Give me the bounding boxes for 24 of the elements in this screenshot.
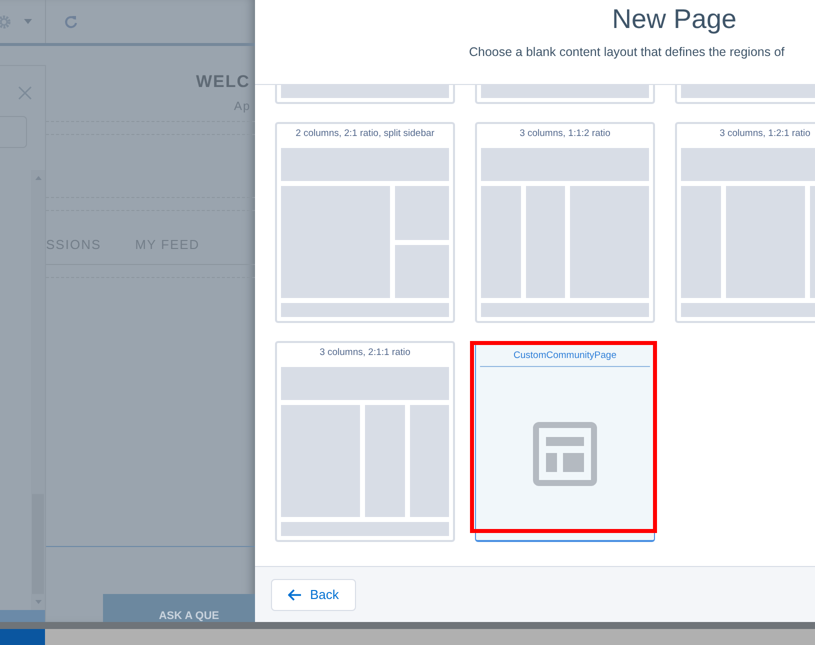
- layout-name: 3 columns, 1:1:2 ratio: [518, 127, 612, 141]
- layout-region: [394, 186, 449, 240]
- refresh-icon[interactable]: [63, 14, 79, 30]
- panel-footer: [0, 610, 45, 622]
- layout-name: 3 columns, 2:1:1 ratio: [318, 346, 412, 360]
- taskbar-button[interactable]: [0, 629, 45, 645]
- left-arrow-icon: [288, 588, 302, 600]
- back-button[interactable]: Back: [271, 578, 356, 610]
- layout-card[interactable]: 3 columns, 1:2:1 ratio: [675, 122, 815, 323]
- caret-icon[interactable]: [24, 19, 32, 24]
- layout-name: 2 columns, 2:1 ratio, split sidebar: [294, 127, 436, 141]
- layout-card[interactable]: 2 columns, 2:1 ratio, split sidebar: [275, 122, 455, 323]
- layout-name: 3 columns, 1:2:1 ratio: [718, 127, 812, 141]
- modal-subtitle: Choose a blank content layout that defines the regions of: [469, 45, 786, 59]
- modal-title: New Page: [612, 4, 738, 35]
- close-icon[interactable]: [18, 86, 32, 100]
- layout-card[interactable]: 3 columns, 1:1:2 ratio: [475, 122, 655, 323]
- page-layout-icon: [533, 422, 597, 486]
- layout-region: [394, 244, 449, 298]
- layout-card[interactable]: 3 columns, 2:1:1 ratio: [275, 341, 455, 542]
- layout-name: CustomCommunityPage: [480, 349, 650, 367]
- scrollbar[interactable]: [31, 170, 45, 610]
- gear-icon[interactable]: [0, 14, 12, 30]
- welcome-heading: WELC: [196, 72, 252, 92]
